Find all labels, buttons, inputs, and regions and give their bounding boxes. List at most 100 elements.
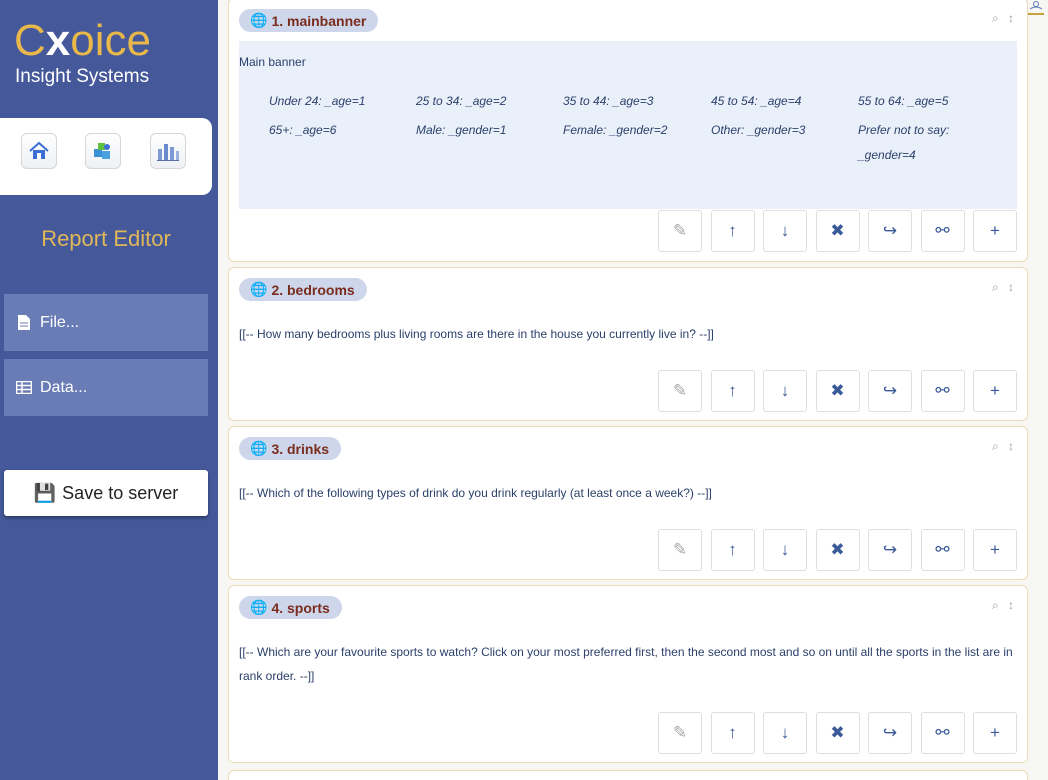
- link-icon: ⚯: [935, 221, 950, 240]
- move-up-button[interactable]: ↑: [710, 529, 755, 571]
- globe-icon: 🌐: [250, 281, 268, 297]
- add-button[interactable]: +: [973, 210, 1017, 252]
- question-card: [228, 770, 1028, 780]
- add-button[interactable]: +: [973, 712, 1017, 754]
- edit-icon: ✎: [672, 540, 688, 559]
- add-button[interactable]: +: [973, 529, 1017, 571]
- globe-icon: 🌐: [250, 599, 268, 615]
- redirect-icon: ↪: [882, 723, 898, 742]
- charts-button[interactable]: [150, 133, 186, 169]
- question-title[interactable]: 🌐 2. bedrooms: [239, 278, 367, 301]
- link-icon: ⚯: [935, 381, 950, 400]
- banner-item: Prefer not to say: _gender=4: [858, 123, 950, 162]
- delete-button[interactable]: ✖: [815, 210, 860, 252]
- globe-icon: 🌐: [250, 12, 268, 28]
- logo-wordmark: Cxoice: [14, 16, 151, 65]
- question-text: [[-- Which of the following types of dri…: [239, 486, 712, 500]
- save-to-server-button[interactable]: 💾 Save to server: [4, 470, 208, 516]
- home-button[interactable]: [21, 133, 57, 169]
- banner-item: Other: _gender=3: [711, 123, 806, 137]
- question-title[interactable]: 🌐 3. drinks: [239, 437, 342, 460]
- move-down-button[interactable]: ↓: [763, 210, 807, 252]
- delete-icon: ✖: [830, 540, 845, 559]
- save-button-label: Save to server: [62, 482, 179, 503]
- move-up-icon: ↑: [728, 723, 737, 742]
- main-content[interactable]: 🌐 1. mainbanner ⌕ ↕ Main banner Under 24…: [218, 0, 1048, 780]
- edit-icon: ✎: [672, 221, 688, 240]
- action-bar: ✎ ↑ ↓ ✖ ↪ ⚯ +: [650, 370, 1017, 412]
- banner-item: 65+: _age=6: [269, 123, 337, 137]
- link-icon: ⚯: [935, 540, 950, 559]
- link-icon: ⚯: [935, 723, 950, 742]
- edit-button[interactable]: ✎: [658, 529, 702, 571]
- delete-button[interactable]: ✖: [815, 529, 860, 571]
- banner-item: Female: _gender=2: [563, 123, 668, 137]
- sidebar-item-label: File...: [40, 313, 80, 331]
- question-card: 🌐 4. sports ⌕ ↕ [[-- Which are your favo…: [228, 585, 1028, 763]
- banner-title: Main banner: [239, 55, 306, 69]
- banner-item: Male: _gender=1: [416, 123, 507, 137]
- question-card: 🌐 3. drinks ⌕ ↕ [[-- Which of the follow…: [228, 426, 1028, 580]
- floppy-disk-icon: 💾: [33, 482, 57, 503]
- question-title[interactable]: 🌐 1. mainbanner: [239, 9, 379, 32]
- logo: Cxoice Insight Systems: [14, 18, 151, 88]
- redirect-button[interactable]: ↪: [868, 370, 912, 412]
- edit-button[interactable]: ✎: [658, 370, 702, 412]
- link-button[interactable]: ⚯: [920, 712, 965, 754]
- redirect-button[interactable]: ↪: [868, 529, 912, 571]
- puzzle-button[interactable]: [85, 133, 121, 169]
- delete-icon: ✖: [830, 381, 845, 400]
- move-up-icon: ↑: [728, 221, 737, 240]
- question-text: [[-- How many bedrooms plus living rooms…: [239, 327, 714, 341]
- sidebar: Cxoice Insight Systems Report Editor Fil…: [0, 0, 218, 780]
- edit-icon: ✎: [672, 723, 688, 742]
- card-tools-icon[interactable]: ⌕ ↕: [992, 598, 1017, 613]
- move-down-icon: ↓: [780, 221, 790, 240]
- delete-icon: ✖: [830, 723, 845, 742]
- puzzle-icon: [94, 143, 110, 159]
- move-down-button[interactable]: ↓: [763, 529, 807, 571]
- move-up-icon: ↑: [728, 381, 737, 400]
- file-icon: [16, 315, 32, 330]
- redirect-button[interactable]: ↪: [868, 210, 912, 252]
- card-tools-icon[interactable]: ⌕ ↕: [992, 280, 1017, 295]
- redirect-icon: ↪: [882, 540, 898, 559]
- card-tools-icon[interactable]: ⌕ ↕: [992, 439, 1017, 454]
- question-card: 🌐 2. bedrooms ⌕ ↕ [[-- How many bedrooms…: [228, 267, 1028, 421]
- link-button[interactable]: ⚯: [920, 370, 965, 412]
- move-up-button[interactable]: ↑: [710, 712, 755, 754]
- toolbar-panel: [0, 118, 212, 195]
- action-bar: ✎ ↑ ↓ ✖ ↪ ⚯ +: [650, 210, 1017, 252]
- banner-item: 55 to 64: _age=5: [858, 94, 949, 108]
- redirect-icon: ↪: [882, 221, 898, 240]
- delete-button[interactable]: ✖: [815, 712, 860, 754]
- card-tools-icon[interactable]: ⌕ ↕: [992, 11, 1017, 26]
- section-title: Report Editor: [41, 226, 171, 251]
- move-down-button[interactable]: ↓: [763, 370, 807, 412]
- sidebar-item-file[interactable]: File...: [4, 294, 208, 351]
- banner-item: 45 to 54: _age=4: [711, 94, 802, 108]
- move-up-button[interactable]: ↑: [710, 210, 755, 252]
- banner-box: Main banner Under 24: _age=1 25 to 34: _…: [239, 41, 1017, 209]
- move-down-icon: ↓: [780, 381, 790, 400]
- link-button[interactable]: ⚯: [920, 529, 965, 571]
- link-button[interactable]: ⚯: [920, 210, 965, 252]
- add-icon: +: [990, 723, 1000, 742]
- edit-button[interactable]: ✎: [658, 210, 702, 252]
- add-button[interactable]: +: [973, 370, 1017, 412]
- action-bar: ✎ ↑ ↓ ✖ ↪ ⚯ +: [650, 529, 1017, 571]
- home-icon: [29, 141, 49, 159]
- edit-button[interactable]: ✎: [658, 712, 702, 754]
- table-icon: [16, 381, 32, 394]
- move-down-button[interactable]: ↓: [763, 712, 807, 754]
- delete-button[interactable]: ✖: [815, 370, 860, 412]
- move-up-button[interactable]: ↑: [710, 370, 755, 412]
- question-title[interactable]: 🌐 4. sports: [239, 596, 342, 619]
- globe-icon: 🌐: [250, 440, 268, 456]
- banner-item: 35 to 44: _age=3: [563, 94, 654, 108]
- move-down-icon: ↓: [780, 540, 790, 559]
- redirect-button[interactable]: ↪: [868, 712, 912, 754]
- sidebar-item-data[interactable]: Data...: [4, 359, 208, 416]
- accessibility-icon[interactable]: [1026, 0, 1046, 16]
- bar-chart-icon: [157, 144, 179, 161]
